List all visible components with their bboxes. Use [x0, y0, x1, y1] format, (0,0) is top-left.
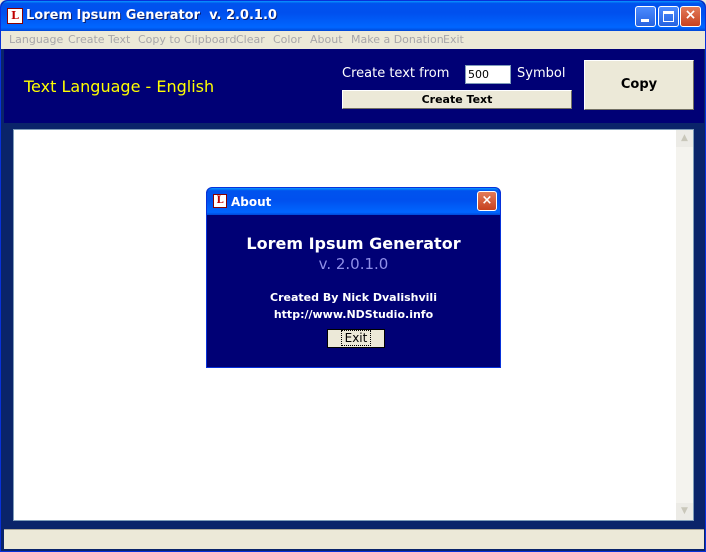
- copy-button[interactable]: Copy: [584, 60, 694, 110]
- vertical-scrollbar[interactable]: ▲ ▼: [676, 130, 693, 520]
- status-bar: [4, 529, 704, 549]
- about-dialog-title-bar[interactable]: L About ×: [207, 188, 500, 215]
- about-app-name: Lorem Ipsum Generator: [246, 234, 461, 253]
- maximize-icon: [663, 11, 674, 22]
- menu-about[interactable]: About: [310, 33, 343, 46]
- about-version: v. 2.0.1.0: [318, 255, 389, 273]
- minimize-icon: [641, 19, 649, 22]
- minimize-button[interactable]: [635, 6, 656, 27]
- close-button[interactable]: ×: [680, 6, 701, 27]
- title-bar[interactable]: L Lorem Ipsum Generator v. 2.0.1.0 ×: [1, 1, 705, 31]
- maximize-button[interactable]: [658, 6, 679, 27]
- menu-copy-to-clipboard[interactable]: Copy to Clipboard: [138, 33, 236, 46]
- about-close-button[interactable]: ×: [477, 191, 497, 211]
- menu-make-a-donation[interactable]: Make a Donation: [351, 33, 444, 46]
- symbol-count-input[interactable]: [465, 65, 511, 84]
- about-dialog: L About × Lorem Ipsum Generator v. 2.0.1…: [206, 187, 501, 368]
- symbol-label: Symbol: [517, 66, 566, 81]
- scroll-up-icon[interactable]: ▲: [676, 130, 693, 147]
- menu-language[interactable]: Language: [9, 33, 63, 46]
- app-logo-icon: L: [7, 8, 23, 24]
- main-window: L Lorem Ipsum Generator v. 2.0.1.0 × Lan…: [0, 0, 706, 552]
- menu-exit[interactable]: Exit: [443, 33, 464, 46]
- menu-bar: Language Create Text Copy to Clipboard C…: [1, 31, 705, 49]
- create-text-button[interactable]: Create Text: [342, 90, 572, 109]
- about-exit-label: Exit: [340, 330, 372, 346]
- menu-clear[interactable]: Clear: [236, 33, 265, 46]
- about-exit-button[interactable]: Exit: [327, 329, 385, 348]
- window-title: Lorem Ipsum Generator v. 2.0.1.0: [26, 8, 277, 23]
- create-from-label: Create text from: [342, 66, 450, 81]
- about-dialog-title: About: [231, 195, 272, 209]
- about-author: Created By Nick Dvalishvili: [270, 291, 437, 304]
- scroll-down-icon[interactable]: ▼: [676, 503, 693, 520]
- menu-create-text[interactable]: Create Text: [68, 33, 130, 46]
- dialog-logo-icon: L: [213, 194, 227, 208]
- about-website-link[interactable]: http://www.NDStudio.info: [207, 308, 500, 321]
- menu-color[interactable]: Color: [273, 33, 302, 46]
- text-language-label: Text Language - English: [24, 77, 215, 96]
- close-icon: ×: [684, 7, 697, 23]
- control-panel: Text Language - English Create text from…: [4, 49, 704, 123]
